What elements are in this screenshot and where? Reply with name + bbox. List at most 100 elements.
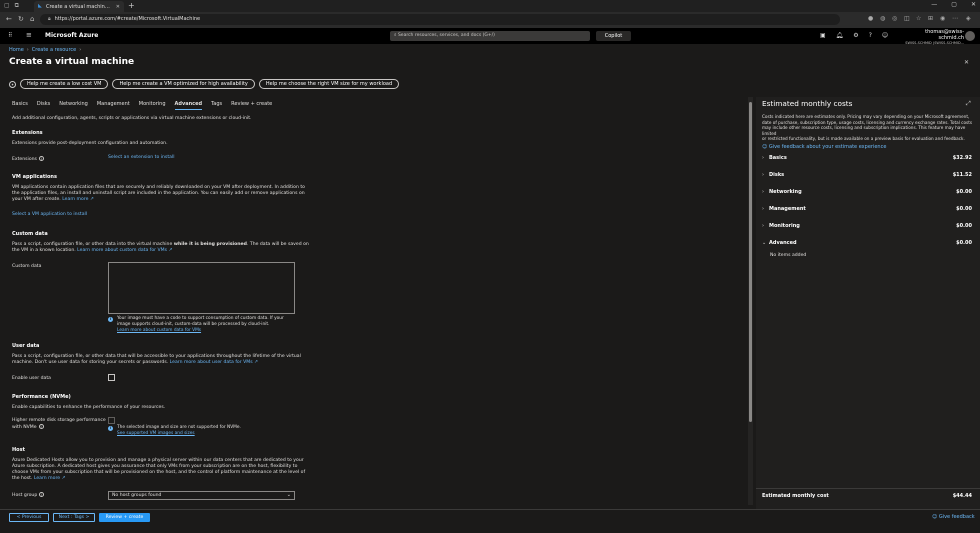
tab-tags[interactable]: Tags — [211, 101, 222, 110]
hamburger-menu-icon[interactable]: ≡ — [26, 31, 32, 39]
vm-applications-heading: VM applications — [12, 174, 57, 180]
browser-tab-bar: ▢ ⧉ ◣ Create a virtual machine - Micro ✕… — [0, 0, 980, 12]
apps-grid-icon[interactable]: ⠿ — [8, 32, 12, 39]
notifications-icon[interactable]: 🔔︎ — [836, 32, 844, 39]
minimize-icon[interactable]: — — [931, 1, 937, 8]
cost-feedback-link[interactable]: ☺ Give feedback about your estimate expe… — [762, 144, 886, 150]
host-group-select[interactable]: No host groups found ⌄ — [108, 491, 295, 500]
home-icon[interactable]: ⌂ — [30, 15, 34, 23]
content-scrollbar-thumb[interactable] — [749, 102, 752, 422]
give-feedback-link[interactable]: ☺ Give feedback — [932, 514, 975, 520]
breadcrumb-home[interactable]: Home — [9, 47, 24, 53]
extension-icon[interactable]: ● — [868, 15, 873, 22]
collections-icon[interactable]: ⊞ — [928, 15, 933, 22]
tab-networking[interactable]: Networking — [59, 101, 88, 110]
cost-row-disks[interactable]: › Disks $11.52 — [762, 172, 972, 178]
host-group-label: Host group i — [12, 492, 45, 499]
info-icon[interactable]: i — [38, 156, 44, 161]
select-vm-application-link[interactable]: Select a VM application to install — [12, 212, 87, 218]
workspaces-icon[interactable]: ▢ — [4, 2, 10, 10]
host-learn-more-link[interactable]: Learn more — [34, 476, 60, 481]
help-high-availability-button[interactable]: Help me create a VM optimized for high a… — [112, 79, 255, 89]
split-screen-icon[interactable]: ◫ — [904, 15, 910, 22]
maximize-icon[interactable]: ▢ — [951, 1, 957, 8]
chevron-right-icon: › — [762, 172, 764, 178]
extensions-label: Extensions i — [12, 156, 44, 163]
nvme-info-link[interactable]: See supported VM images and sizes — [117, 431, 298, 437]
copilot-edge-icon[interactable]: ◈ — [966, 15, 971, 22]
extension-icon[interactable]: ◍ — [880, 15, 885, 22]
favorites-icon[interactable]: ☆ — [916, 15, 921, 22]
custom-data-label: Custom data — [12, 264, 42, 269]
user-account[interactable]: thomas@swiss-schmid.ch SWISS-SCHMID (SWI… — [902, 29, 964, 47]
external-link-icon: ↗ — [252, 360, 258, 365]
cost-row-basics[interactable]: › Basics $32.92 — [762, 155, 972, 161]
tab-monitoring[interactable]: Monitoring — [139, 101, 166, 110]
tab-review-create[interactable]: Review + create — [231, 101, 272, 110]
cost-panel-desc: Costs indicated here are estimates only.… — [762, 114, 973, 142]
cloud-shell-icon[interactable]: ▣ — [820, 32, 826, 39]
previous-button[interactable]: < Previous — [9, 513, 49, 522]
nvme-checkbox[interactable] — [108, 417, 115, 424]
tab-basics[interactable]: Basics — [12, 101, 28, 110]
new-tab-icon[interactable]: + — [128, 1, 135, 11]
close-blade-icon[interactable]: ✕ — [964, 59, 969, 66]
host-desc-4: the host. Learn more ↗ — [12, 476, 66, 481]
nvme-label: Higher remote disk storage performance w… — [12, 418, 106, 430]
help-low-cost-button[interactable]: Help me create a low cost VM — [20, 79, 109, 89]
browser-tab[interactable]: ◣ Create a virtual machine - Micro ✕ — [34, 1, 124, 12]
host-heading: Host — [12, 447, 25, 453]
help-icon[interactable]: ? — [869, 32, 872, 39]
info-icon[interactable]: i — [38, 424, 44, 429]
global-search-input[interactable]: ⌕ Search resources, services, and docs (… — [390, 31, 590, 41]
breadcrumb: Home › Create a resource › — [9, 47, 81, 53]
custom-data-textarea[interactable] — [108, 262, 295, 314]
external-link-icon: ↗ — [167, 248, 173, 253]
extension-icon[interactable]: ◎ — [892, 15, 897, 22]
review-create-button[interactable]: Review + create — [99, 513, 150, 522]
refresh-icon[interactable]: ↻ — [18, 15, 24, 23]
user-data-learn-more-link[interactable]: Learn more about user data for VMs — [170, 360, 253, 365]
copilot-button[interactable]: Copilot — [596, 31, 631, 41]
cost-row-management[interactable]: › Management $0.00 — [762, 206, 972, 212]
select-extension-link[interactable]: Select an extension to install — [108, 155, 175, 161]
user-data-heading: User data — [12, 343, 40, 349]
info-icon[interactable]: i — [39, 492, 45, 497]
profile-icon[interactable]: ◉ — [940, 15, 945, 22]
back-icon[interactable]: ← — [6, 15, 12, 23]
azure-brand[interactable]: Microsoft Azure — [45, 32, 98, 39]
nvme-info: i The selected image and size are not su… — [108, 425, 298, 437]
close-window-icon[interactable]: ✕ — [971, 1, 976, 8]
tab-advanced[interactable]: Advanced — [174, 101, 203, 110]
info-icon: i — [108, 426, 113, 431]
vm-apps-learn-more-link[interactable]: Learn more — [62, 197, 88, 202]
tab-disks[interactable]: Disks — [37, 101, 50, 110]
custom-data-info-link[interactable]: Learn more about custom data for VMs — [117, 328, 298, 334]
avatar[interactable] — [965, 31, 975, 41]
cost-row-monitoring[interactable]: › Monitoring $0.00 — [762, 223, 972, 229]
custom-data-learn-more-link[interactable]: Learn more about custom data for VMs — [77, 248, 167, 253]
url-input[interactable]: 🔒︎ https://portal.azure.com/#create/Micr… — [40, 14, 840, 25]
cost-row-advanced[interactable]: ⌄ Advanced $0.00 — [762, 240, 972, 246]
chevron-right-icon: › — [762, 223, 764, 229]
vm-applications-desc-3: your VM after create. Learn more ↗ — [12, 197, 94, 202]
enable-user-data-label: Enable user data — [12, 376, 51, 381]
close-tab-icon[interactable]: ✕ — [116, 4, 120, 10]
tab-actions-icon[interactable]: ⧉ — [15, 2, 19, 10]
feedback-icon[interactable]: ☺ — [882, 32, 888, 39]
custom-data-heading: Custom data — [12, 231, 48, 237]
help-vm-size-button[interactable]: Help me choose the right VM size for my … — [258, 79, 400, 89]
more-icon[interactable]: ⋯ — [952, 15, 958, 22]
expand-icon[interactable]: ⤢ — [966, 100, 971, 108]
enable-user-data-checkbox[interactable] — [108, 374, 115, 381]
settings-icon[interactable]: ⚙ — [853, 32, 858, 39]
tab-management[interactable]: Management — [97, 101, 130, 110]
feedback-icon: ☺ — [932, 514, 939, 520]
next-button[interactable]: Next : Tags > — [53, 513, 95, 522]
azure-top-bar: ⠿ ≡ Microsoft Azure ⌕ Search resources, … — [0, 28, 980, 47]
lock-icon: 🔒︎ — [48, 16, 51, 22]
feedback-icon: ☺ — [762, 144, 769, 150]
cost-row-networking[interactable]: › Networking $0.00 — [762, 189, 972, 195]
breadcrumb-create-resource[interactable]: Create a resource — [32, 47, 76, 53]
nvme-heading: Performance (NVMe) — [12, 394, 71, 400]
